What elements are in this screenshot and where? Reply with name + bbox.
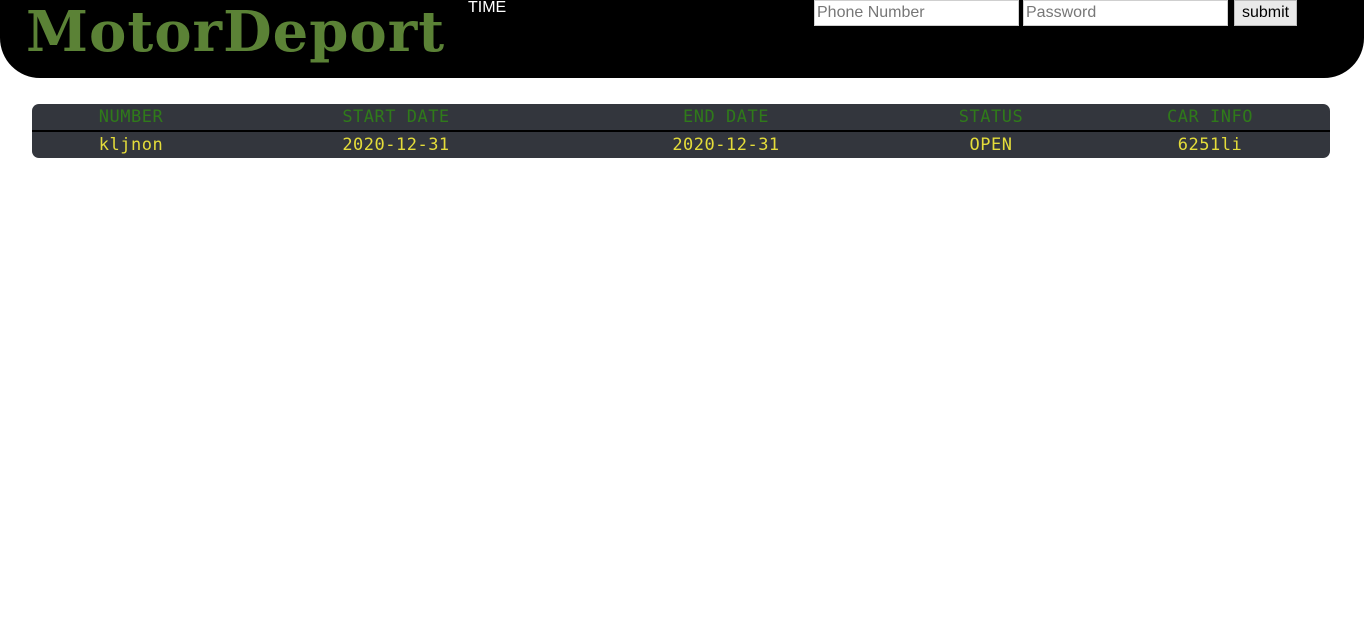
table-row[interactable]: kljnon 2020-12-31 2020-12-31 OPEN 6251li <box>32 132 1330 158</box>
top-header: MotorDeport TIME submit <box>0 0 1364 78</box>
phone-number-input[interactable] <box>814 0 1019 26</box>
password-input[interactable] <box>1023 0 1228 26</box>
cell-car-info: 6251li <box>1177 135 1243 155</box>
cell-end-date: 2020-12-31 <box>672 135 780 155</box>
login-form: submit <box>814 0 1297 26</box>
column-header-status[interactable]: STATUS <box>959 104 1023 130</box>
orders-table: NUMBER START DATE END DATE STATUS CAR IN… <box>32 104 1330 158</box>
table-header-row: NUMBER START DATE END DATE STATUS CAR IN… <box>32 104 1330 132</box>
cell-number: kljnon <box>98 135 164 155</box>
column-header-start-date[interactable]: START DATE <box>342 104 449 130</box>
time-label: TIME <box>468 0 507 16</box>
site-logo[interactable]: MotorDeport <box>26 0 445 68</box>
cell-start-date: 2020-12-31 <box>342 135 450 155</box>
cell-status: OPEN <box>969 135 1013 155</box>
submit-button[interactable]: submit <box>1234 0 1297 26</box>
column-header-number[interactable]: NUMBER <box>99 104 163 130</box>
column-header-car-info[interactable]: CAR INFO <box>1167 104 1253 130</box>
column-header-end-date[interactable]: END DATE <box>683 104 769 130</box>
